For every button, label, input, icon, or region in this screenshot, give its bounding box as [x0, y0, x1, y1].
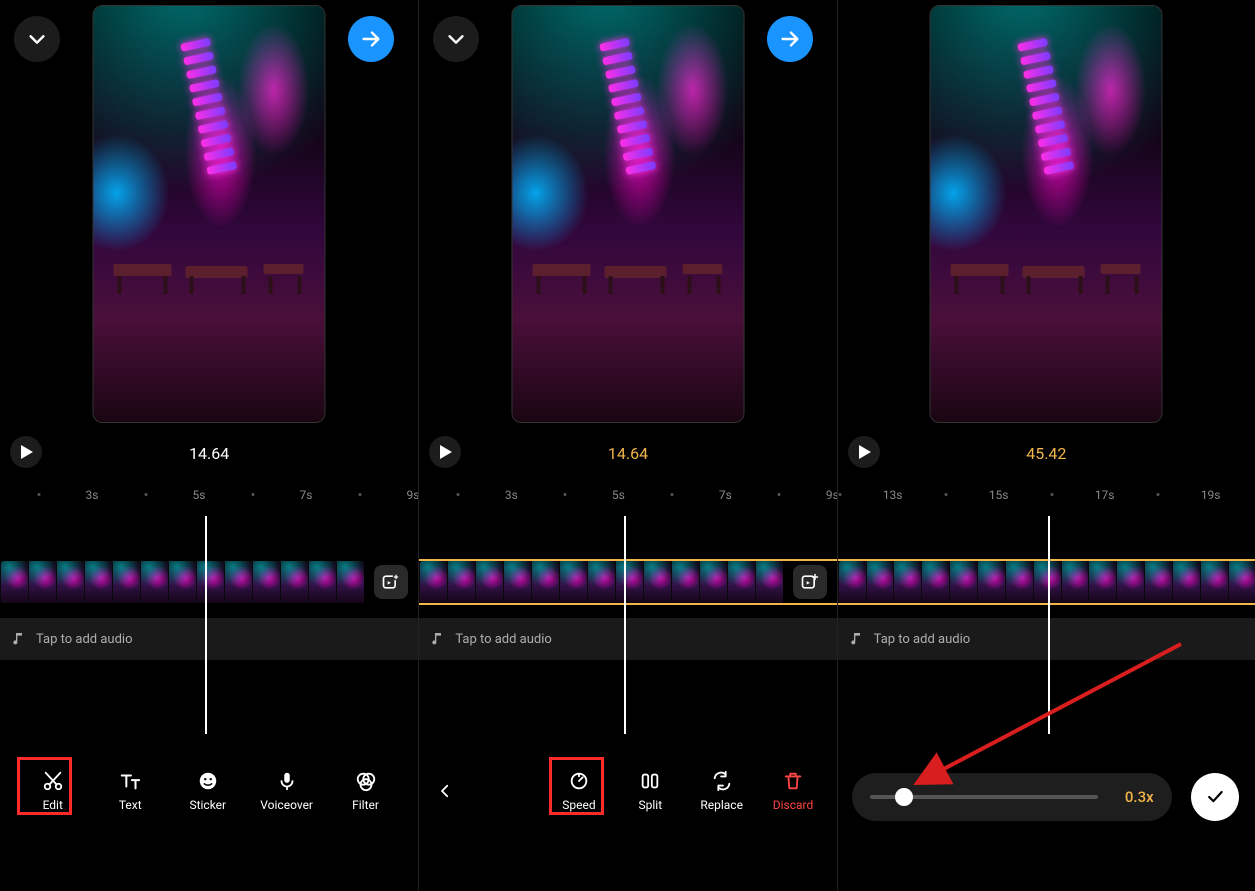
tool-replace[interactable]: Replace [697, 770, 747, 812]
add-clip-icon [800, 572, 820, 592]
music-icon [10, 631, 26, 647]
add-audio-label: Tap to add audio [874, 632, 971, 647]
next-button[interactable] [767, 16, 813, 62]
tool-text[interactable]: Text [105, 770, 155, 812]
ruler-tick-label: 7s [300, 488, 313, 502]
ruler-tick-label: 9s [407, 488, 419, 502]
dismiss-button[interactable] [14, 16, 60, 62]
tool-speed[interactable]: Speed [554, 770, 604, 812]
tool-label: Replace [700, 798, 743, 812]
chevron-down-icon [26, 28, 48, 50]
ruler-tick-label: 15s [989, 488, 1009, 502]
check-icon [1205, 787, 1225, 807]
clip-track[interactable] [419, 559, 836, 605]
add-audio-button[interactable]: Tap to add audio [838, 618, 1255, 660]
timeline-ruler[interactable]: 3s 5s 7s 9s [0, 488, 418, 510]
clip-track[interactable] [0, 561, 418, 603]
split-icon [639, 770, 661, 792]
ruler-tick-label: 17s [1095, 488, 1115, 502]
time-label: 14.64 [0, 444, 418, 463]
tool-sticker[interactable]: Sticker [183, 770, 233, 812]
text-icon [119, 770, 141, 792]
add-audio-label: Tap to add audio [36, 632, 133, 647]
ruler-tick-label: 19s [1201, 488, 1221, 502]
add-audio-button[interactable]: Tap to add audio [419, 618, 836, 660]
video-preview[interactable] [511, 5, 744, 423]
playhead[interactable] [624, 516, 626, 734]
video-preview[interactable] [93, 5, 326, 423]
tool-discard[interactable]: Discard [768, 770, 818, 812]
trash-icon [782, 770, 804, 792]
playhead[interactable] [1048, 516, 1050, 734]
speed-value-label: 0.3x [1114, 788, 1154, 806]
confirm-button[interactable] [1191, 773, 1239, 821]
time-label: 14.64 [419, 444, 836, 463]
tool-edit[interactable]: Edit [28, 770, 78, 812]
speed-icon [568, 770, 590, 792]
tool-label: Discard [773, 798, 814, 812]
timeline-ruler[interactable]: 13s 15s 17s 19s [838, 488, 1255, 510]
panel-3: 45.42 13s 15s 17s 19s Tap to add audio 0.3x [837, 0, 1255, 891]
scissors-icon [42, 770, 64, 792]
tool-label: Sticker [189, 798, 226, 812]
tool-split[interactable]: Split [625, 770, 675, 812]
tool-voiceover[interactable]: Voiceover [260, 770, 313, 812]
speed-slider-track[interactable] [870, 795, 1098, 799]
tool-label: Voiceover [260, 798, 313, 812]
panel-2: 14.64 3s 5s 7s 9s Tap to add audio Speed [418, 0, 836, 891]
add-audio-button[interactable]: Tap to add audio [0, 618, 418, 660]
video-preview[interactable] [930, 5, 1163, 423]
replace-icon [711, 770, 733, 792]
main-toolbar: Edit Text Sticker Voiceover Filter [0, 761, 418, 821]
arrow-right-icon [779, 28, 801, 50]
sticker-icon [197, 770, 219, 792]
ruler-tick-label: 3s [505, 488, 518, 502]
tool-label: Edit [43, 798, 63, 812]
add-audio-label: Tap to add audio [455, 632, 552, 647]
tool-label: Speed [562, 798, 595, 812]
add-clip-button[interactable] [374, 565, 408, 599]
timeline-ruler[interactable]: 3s 5s 7s 9s [419, 488, 836, 510]
tool-filter[interactable]: Filter [341, 770, 391, 812]
arrow-right-icon [360, 28, 382, 50]
music-icon [429, 631, 445, 647]
ruler-tick-label: 5s [612, 488, 625, 502]
back-button[interactable] [427, 782, 463, 800]
clip-track[interactable] [838, 559, 1255, 605]
tool-label: Split [639, 798, 663, 812]
next-button[interactable] [348, 16, 394, 62]
tool-label: Filter [352, 798, 379, 812]
edit-toolbar: Speed Split Replace Discard [419, 761, 836, 821]
ruler-tick-label: 5s [193, 488, 206, 502]
time-label: 45.42 [838, 444, 1255, 463]
ruler-tick-label: 13s [883, 488, 903, 502]
chevron-down-icon [445, 28, 467, 50]
playhead[interactable] [205, 516, 207, 734]
music-icon [848, 631, 864, 647]
microphone-icon [276, 770, 298, 792]
ruler-tick-label: 7s [719, 488, 732, 502]
ruler-tick-label: 9s [826, 488, 837, 502]
speed-slider-bar: 0.3x [852, 773, 1172, 821]
panel-1: 14.64 3s 5s 7s 9s Tap to add audio [0, 0, 418, 891]
tool-label: Text [119, 798, 142, 812]
chevron-left-icon [436, 782, 454, 800]
dismiss-button[interactable] [433, 16, 479, 62]
ruler-tick-label: 3s [86, 488, 99, 502]
add-clip-icon [381, 572, 401, 592]
add-clip-button[interactable] [793, 565, 827, 599]
speed-slider-thumb[interactable] [895, 788, 913, 806]
filter-icon [355, 770, 377, 792]
